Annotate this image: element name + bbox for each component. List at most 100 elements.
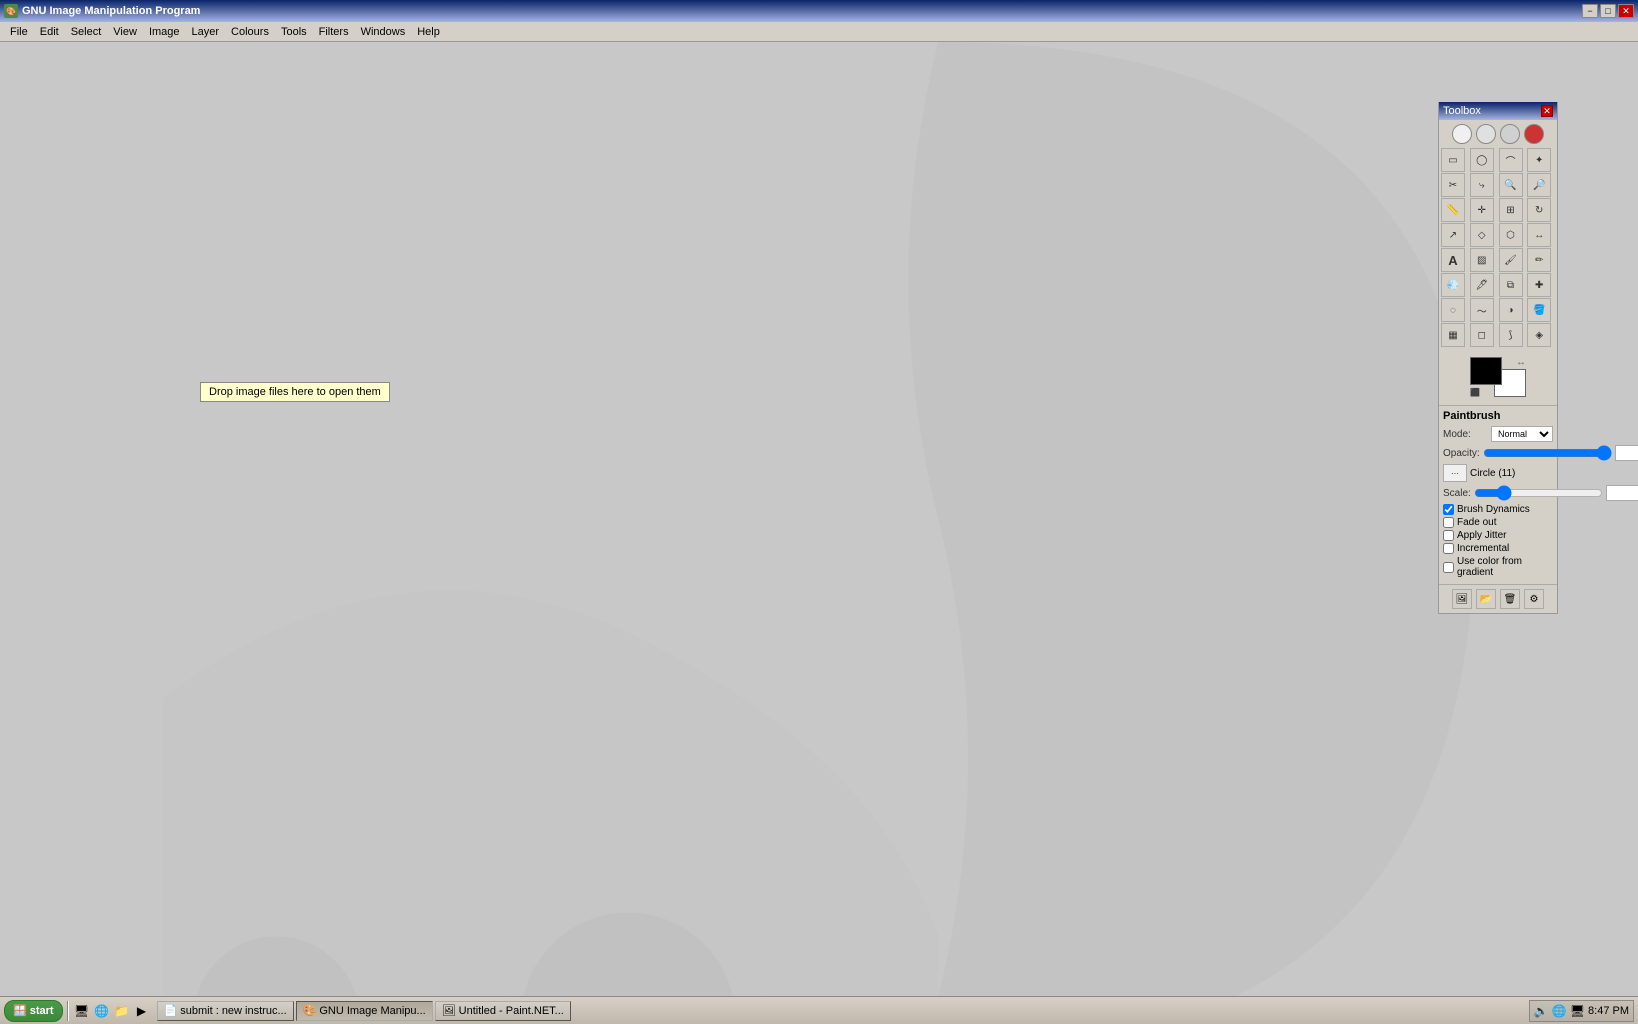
menu-select[interactable]: Select bbox=[65, 24, 108, 40]
tool-shear[interactable]: ◇ bbox=[1470, 223, 1494, 247]
maximize-button[interactable]: □ bbox=[1600, 4, 1616, 18]
title-controls: − □ ✕ bbox=[1582, 4, 1634, 18]
tool-gradient[interactable]: ▦ bbox=[1441, 323, 1465, 347]
reset-colors-icon[interactable]: ⬛ bbox=[1470, 388, 1480, 397]
fg-bg-colors[interactable]: ↔ ⬛ bbox=[1470, 357, 1526, 397]
tool-scale[interactable]: ↗ bbox=[1441, 223, 1465, 247]
task-gimp-label: GNU Image Manipu... bbox=[319, 1005, 425, 1017]
menu-view[interactable]: View bbox=[107, 24, 143, 40]
preferences-button[interactable]: ⚙ bbox=[1524, 589, 1544, 609]
tray-volume-icon[interactable]: 🔊 bbox=[1534, 1004, 1549, 1018]
swap-colors-icon[interactable]: ↔ bbox=[1516, 357, 1526, 368]
toolbox-panel: Toolbox ✕ ▭ ◯ ⌒ ✦ ✂ ⤷ 🔍 🔎 📏 ✛ ⊞ ↻ bbox=[1438, 102, 1558, 614]
menu-layer[interactable]: Layer bbox=[186, 24, 226, 40]
menu-image[interactable]: Image bbox=[143, 24, 186, 40]
tool-perspective[interactable]: ⬡ bbox=[1499, 223, 1523, 247]
fg-swatch[interactable] bbox=[1452, 124, 1472, 144]
bg-swatch[interactable] bbox=[1500, 124, 1520, 144]
open-image-button[interactable]: 📂 bbox=[1476, 589, 1496, 609]
use-color-gradient-row: Use color from gradient bbox=[1443, 556, 1553, 578]
mode-dropdown[interactable]: Normal Dissolve Multiply Screen bbox=[1491, 426, 1553, 442]
tool-bucket[interactable]: 🪣 bbox=[1527, 298, 1551, 322]
main-canvas-area[interactable]: Drop image files here to open them Toolb… bbox=[0, 42, 1638, 996]
tool-pathsel[interactable]: ⟆ bbox=[1499, 323, 1523, 347]
fg-color-box[interactable] bbox=[1470, 357, 1502, 385]
new-image-button[interactable]: 🖼 bbox=[1452, 589, 1472, 609]
scale-label: Scale: bbox=[1443, 488, 1471, 499]
scale-slider[interactable] bbox=[1474, 487, 1603, 499]
tool-zoom[interactable]: 🔎 bbox=[1527, 173, 1551, 197]
tool-text[interactable]: A bbox=[1441, 248, 1465, 272]
use-color-gradient-checkbox[interactable] bbox=[1443, 562, 1454, 573]
quick-show-desktop[interactable]: 🖥 bbox=[73, 1002, 91, 1020]
start-button[interactable]: 🪟 start bbox=[4, 1000, 63, 1022]
toolbox-close-button[interactable]: ✕ bbox=[1541, 105, 1553, 117]
gimp-watermark bbox=[0, 42, 1638, 996]
tool-ellipse-select[interactable]: ◯ bbox=[1470, 148, 1494, 172]
incremental-label: Incremental bbox=[1457, 543, 1509, 554]
tool-paths[interactable]: ⤷ bbox=[1470, 173, 1494, 197]
title-bar-left: 🎨 GNU Image Manipulation Program bbox=[4, 4, 200, 18]
tool-measure[interactable]: 📏 bbox=[1441, 198, 1465, 222]
tool-rotate[interactable]: ↻ bbox=[1527, 198, 1551, 222]
tool-blur[interactable]: ◌ bbox=[1441, 298, 1465, 322]
taskbar-tasks: 📄 submit : new instruc... 🎨 GNU Image Ma… bbox=[153, 1001, 1527, 1021]
tool-grid: ▭ ◯ ⌒ ✦ ✂ ⤷ 🔍 🔎 📏 ✛ ⊞ ↻ ↗ ◇ ⬡ ↔ A ▨ 🖌 ✏ … bbox=[1439, 146, 1557, 349]
tool-colorpick[interactable]: 🔍 bbox=[1499, 173, 1523, 197]
taskbar-divider bbox=[67, 1001, 69, 1021]
tool-colorbalance[interactable]: ▨ bbox=[1470, 248, 1494, 272]
tool-fuzzy-select[interactable]: ✦ bbox=[1527, 148, 1551, 172]
taskbar-task-submit[interactable]: 📄 submit : new instruc... bbox=[157, 1001, 294, 1021]
menu-tools[interactable]: Tools bbox=[275, 24, 313, 40]
tool-dodgeburn[interactable]: ◑ bbox=[1499, 298, 1523, 322]
title-bar: 🎨 GNU Image Manipulation Program − □ ✕ bbox=[0, 0, 1638, 22]
tool-clone[interactable]: ⧉ bbox=[1499, 273, 1523, 297]
task-submit-label: submit : new instruc... bbox=[180, 1005, 286, 1017]
quick-folder[interactable]: 📁 bbox=[113, 1002, 131, 1020]
tool-free-select[interactable]: ⌒ bbox=[1499, 148, 1523, 172]
incremental-checkbox[interactable] bbox=[1443, 543, 1454, 554]
delete-button[interactable]: 🗑 bbox=[1500, 589, 1520, 609]
opacity-slider[interactable] bbox=[1483, 447, 1612, 459]
menu-filters[interactable]: Filters bbox=[313, 24, 355, 40]
apply-jitter-checkbox[interactable] bbox=[1443, 530, 1454, 541]
quick-media[interactable]: ▶ bbox=[133, 1002, 151, 1020]
brush-preview-button[interactable]: ··· bbox=[1443, 464, 1467, 482]
menu-colours[interactable]: Colours bbox=[225, 24, 275, 40]
task-paintnet-icon: 🖼 bbox=[442, 1004, 456, 1017]
scale-spinbox[interactable]: 1.00 bbox=[1606, 485, 1638, 501]
menu-edit[interactable]: Edit bbox=[34, 24, 65, 40]
tray-display-icon[interactable]: 🖥 bbox=[1570, 1004, 1585, 1018]
tool-airbrush[interactable]: 💨 bbox=[1441, 273, 1465, 297]
tool-align[interactable]: ⊞ bbox=[1499, 198, 1523, 222]
tool-smudge[interactable]: 〜 bbox=[1470, 298, 1494, 322]
minimize-button[interactable]: − bbox=[1582, 4, 1598, 18]
menu-help[interactable]: Help bbox=[411, 24, 446, 40]
tool-rect-select[interactable]: ▭ bbox=[1441, 148, 1465, 172]
toolbox-title-label: Toolbox bbox=[1443, 105, 1481, 117]
mid-swatch[interactable] bbox=[1476, 124, 1496, 144]
close-button[interactable]: ✕ bbox=[1618, 4, 1634, 18]
tool-pencil[interactable]: ✏ bbox=[1527, 248, 1551, 272]
quick-browser[interactable]: 🌐 bbox=[93, 1002, 111, 1020]
menu-bar: File Edit Select View Image Layer Colour… bbox=[0, 22, 1638, 42]
fade-out-checkbox[interactable] bbox=[1443, 517, 1454, 528]
tool-move[interactable]: ✛ bbox=[1470, 198, 1494, 222]
tool-flip[interactable]: ↔ bbox=[1527, 223, 1551, 247]
opacity-spinbox[interactable]: 100.0 bbox=[1615, 445, 1638, 461]
tool-eraser[interactable]: ◻ bbox=[1470, 323, 1494, 347]
drop-zone-message[interactable]: Drop image files here to open them bbox=[200, 382, 390, 402]
tool-ink[interactable]: 🖋 bbox=[1470, 273, 1494, 297]
tool-paint[interactable]: 🖌 bbox=[1499, 248, 1523, 272]
menu-file[interactable]: File bbox=[4, 24, 34, 40]
tool-colortool[interactable]: ◈ bbox=[1527, 323, 1551, 347]
taskbar-task-paintnet[interactable]: 🖼 Untitled - Paint.NET... bbox=[435, 1001, 571, 1021]
tool-heal[interactable]: ✚ bbox=[1527, 273, 1551, 297]
menu-windows[interactable]: Windows bbox=[355, 24, 412, 40]
tool-scissors[interactable]: ✂ bbox=[1441, 173, 1465, 197]
red-swatch[interactable] bbox=[1524, 124, 1544, 144]
taskbar-task-gimp[interactable]: 🎨 GNU Image Manipu... bbox=[296, 1001, 433, 1021]
tray-network-icon[interactable]: 🌐 bbox=[1552, 1004, 1567, 1018]
opacity-row: Opacity: 100.0 bbox=[1443, 445, 1553, 461]
brush-dynamics-checkbox[interactable] bbox=[1443, 504, 1454, 515]
